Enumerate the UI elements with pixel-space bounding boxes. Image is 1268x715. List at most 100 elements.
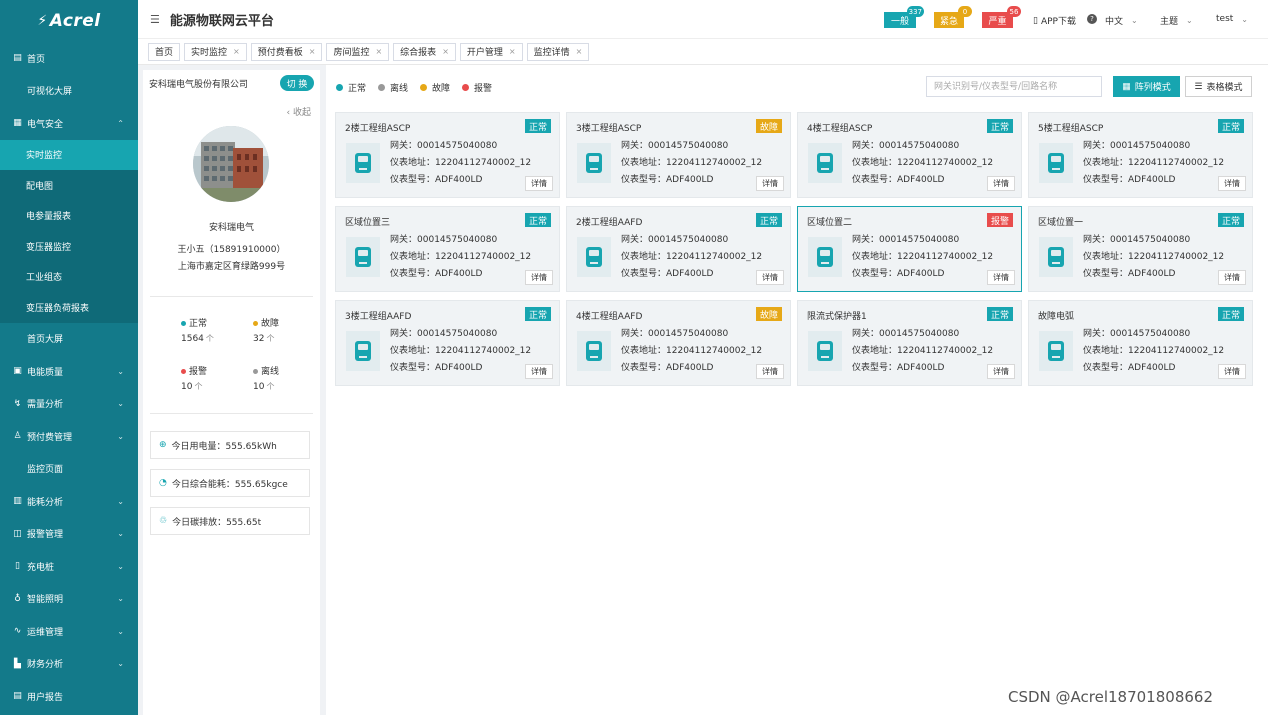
device-card[interactable]: 限流式保护器1 正常 网关：00014575040080 仪表地址：122041127… <box>797 300 1022 386</box>
detail-button[interactable]: 详情 <box>1218 176 1246 191</box>
theme-select[interactable]: 主题 ⌄ <box>1160 14 1193 27</box>
grid-mode-button[interactable]: ▦ 阵列模式 <box>1113 76 1180 97</box>
device-card[interactable]: 4楼工程组ASCP 正常 网关：00014575040080 仪表地址：1220411… <box>797 112 1022 198</box>
sidebar-item[interactable]: ▥ 能耗分析 ⌄ <box>0 485 138 518</box>
sidebar-item[interactable]: ↯ 需量分析 ⌄ <box>0 388 138 421</box>
chevron-down-icon: ⌄ <box>1186 16 1193 25</box>
sidebar-item[interactable]: 配电图 <box>0 170 138 201</box>
device-model-line: 仪表型号：ADF400LD <box>1083 360 1175 373</box>
sidebar-item[interactable]: ▤ 用户报告 <box>0 680 138 713</box>
legend-label: 故障 <box>432 84 451 94</box>
stat-label-row: 离线 <box>253 364 279 377</box>
tab-tag[interactable]: 实时监控 × <box>184 42 247 61</box>
meter-shape <box>817 247 833 267</box>
close-icon[interactable]: × <box>375 47 382 56</box>
detail-button[interactable]: 详情 <box>987 176 1015 191</box>
device-model-line: 仪表型号：ADF400LD <box>621 172 713 185</box>
tab-tag[interactable]: 首页 <box>148 42 181 61</box>
device-card[interactable]: 4楼工程组AAFD 故障 网关：00014575040080 仪表地址：1220411… <box>566 300 791 386</box>
switch-company-button[interactable]: 切 换 <box>280 75 314 91</box>
alert-general-button[interactable]: 一般 337 <box>884 6 924 28</box>
device-card[interactable]: 区域位置三 正常 网关：00014575040080 仪表地址：12204112740… <box>335 206 560 292</box>
tab-tag[interactable]: 房间监控 × <box>326 42 390 61</box>
tab-tag[interactable]: 综合报表 × <box>393 42 456 61</box>
sidebar-item[interactable]: ▙ 财务分析 ⌄ <box>0 648 138 681</box>
stat-label: 故障 <box>261 319 280 329</box>
sidebar-item[interactable]: 可视化大屏 <box>0 75 138 108</box>
tab-tag[interactable]: 监控详情 × <box>526 42 590 61</box>
language-select[interactable]: 中文 ⌄ <box>1105 14 1138 27</box>
detail-button[interactable]: 详情 <box>525 176 553 191</box>
close-icon[interactable]: × <box>233 47 240 56</box>
device-card[interactable]: 区域位置一 正常 网关：00014575040080 仪表地址：12204112740… <box>1028 206 1253 292</box>
close-icon[interactable]: × <box>442 47 449 56</box>
sidebar-item-label: 财务分析 <box>27 660 64 671</box>
device-address-label: 仪表地址： <box>1083 158 1129 168</box>
detail-button[interactable]: 详情 <box>987 270 1015 285</box>
user-menu[interactable]: test ⌄ <box>1216 14 1248 24</box>
device-address-line: 仪表地址：12204112740002_12 <box>852 249 993 262</box>
sidebar-item[interactable]: ♁ 智能照明 ⌄ <box>0 583 138 616</box>
sidebar-item[interactable]: ∿ 运维管理 ⌄ <box>0 615 138 648</box>
alert-severe-button[interactable]: 严重 56 <box>982 6 1021 28</box>
close-icon[interactable]: × <box>576 47 583 56</box>
menu-toggle-icon[interactable]: ☰ <box>150 13 160 26</box>
detail-button[interactable]: 详情 <box>756 270 784 285</box>
device-address-value: 12204112740002_12 <box>666 346 763 356</box>
platform-title: 能源物联网云平台 <box>169 13 274 29</box>
sidebar-item[interactable]: 工业组态 <box>0 262 138 293</box>
sidebar: ⚡ Acrel ▤ 首页 可视化大屏 ▦ 电气安全 ⌃ 实时监控 配电图 电参量报表 变压器监控… <box>0 0 138 715</box>
detail-button[interactable]: 详情 <box>525 364 553 379</box>
sidebar-item[interactable]: 实时监控 <box>0 139 138 170</box>
device-model-line: 仪表型号：ADF400LD <box>1083 266 1175 279</box>
device-model-label: 仪表型号： <box>852 175 898 185</box>
device-card[interactable]: 3楼工程组ASCP 故障 网关：00014575040080 仪表地址：1220411… <box>566 112 791 198</box>
sidebar-item[interactable]: 监控页面 <box>0 453 138 486</box>
detail-button[interactable]: 详情 <box>756 176 784 191</box>
alert-urgent-button[interactable]: 紧急 0 <box>934 6 972 28</box>
sidebar-item[interactable]: 变压器负荷报表 <box>0 292 138 323</box>
sidebar-item[interactable]: ▣ 电能质量 ⌄ <box>0 355 138 388</box>
stat-2: 报警 10 个 <box>181 364 207 392</box>
close-icon[interactable]: × <box>309 47 316 56</box>
alert-severe-label: 严重 <box>988 16 1007 27</box>
collapse-link[interactable]: ‹ 收起 <box>287 105 311 118</box>
sidebar-item[interactable]: 电参量报表 <box>0 201 138 232</box>
brand-logo[interactable]: ⚡ Acrel <box>0 0 138 42</box>
sidebar-item[interactable]: 首页大屏 <box>0 323 138 356</box>
detail-button[interactable]: 详情 <box>987 364 1015 379</box>
device-gateway-line: 网关：00014575040080 <box>390 326 497 339</box>
detail-button[interactable]: 详情 <box>1218 364 1246 379</box>
app-download-link[interactable]: ▯ APP下载 <box>1033 14 1076 28</box>
meter-icon <box>577 331 611 371</box>
sidebar-item[interactable]: 变压器监控 <box>0 231 138 262</box>
detail-button[interactable]: 详情 <box>756 364 784 379</box>
device-card[interactable]: 区域位置二 报警 网关：00014575040080 仪表地址：12204112740… <box>797 206 1022 292</box>
device-address-label: 仪表地址： <box>390 252 436 262</box>
sidebar-item[interactable]: ▯ 充电桩 ⌄ <box>0 550 138 583</box>
table-mode-button[interactable]: ☰ 表格模式 <box>1185 76 1252 97</box>
device-card[interactable]: 3楼工程组AAFD 正常 网关：00014575040080 仪表地址：1220411… <box>335 300 560 386</box>
device-gateway-value: 00014575040080 <box>648 141 729 151</box>
tab-tag[interactable]: 开户管理 × <box>459 42 523 61</box>
detail-button[interactable]: 详情 <box>525 270 553 285</box>
tab-tag[interactable]: 预付费看板 × <box>250 42 323 61</box>
detail-button[interactable]: 详情 <box>1218 270 1246 285</box>
device-card[interactable]: 2楼工程组AAFD 正常 网关：00014575040080 仪表地址：1220411… <box>566 206 791 292</box>
close-icon[interactable]: × <box>509 47 516 56</box>
sidebar-item[interactable]: ▦ 电气安全 ⌃ <box>0 107 138 140</box>
help-icon[interactable]: ? <box>1087 14 1097 24</box>
device-card[interactable]: 5楼工程组ASCP 正常 网关：00014575040080 仪表地址：1220411… <box>1028 112 1253 198</box>
company-building-photo <box>193 126 269 202</box>
device-model-line: 仪表型号：ADF400LD <box>621 360 713 373</box>
sidebar-item-label: 能耗分析 <box>27 497 64 508</box>
search-input[interactable] <box>926 76 1102 97</box>
device-model-label: 仪表型号： <box>390 175 436 185</box>
device-card-title: 5楼工程组ASCP <box>1038 124 1104 134</box>
sidebar-item[interactable]: ▤ 首页 <box>0 42 138 75</box>
sidebar-item[interactable]: ◫ 报警管理 ⌄ <box>0 518 138 551</box>
device-card[interactable]: 2楼工程组ASCP 正常 网关：00014575040080 仪表地址：1220411… <box>335 112 560 198</box>
stat-count-row: 10 个 <box>181 381 207 392</box>
device-card[interactable]: 故障电弧 正常 网关：00014575040080 仪表地址：122041127400… <box>1028 300 1253 386</box>
sidebar-item[interactable]: ♙ 预付费管理 ⌄ <box>0 420 138 453</box>
